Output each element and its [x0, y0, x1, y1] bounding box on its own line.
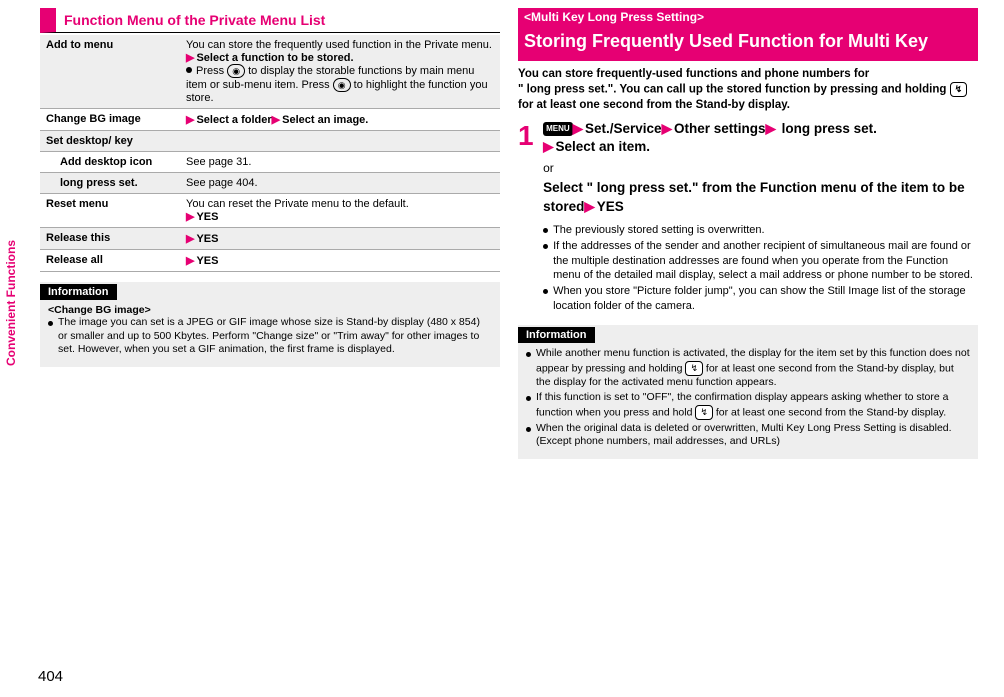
- table-row: Set desktop/ key: [40, 131, 500, 152]
- row-desc: You can store the frequently used functi…: [180, 35, 500, 109]
- row-desc: You can reset the Private menu to the de…: [180, 194, 500, 228]
- bullet-icon: [186, 67, 192, 73]
- arrow-icon: ▶: [272, 114, 282, 126]
- step-number: 1: [518, 120, 540, 152]
- text: You can store the frequently used functi…: [186, 39, 492, 51]
- step-line: Select " long press set." from the Funct…: [543, 179, 973, 217]
- text-bold: Select an image.: [282, 114, 368, 126]
- step-body: MENU▶Set./Service▶Other settings▶ long p…: [543, 120, 973, 315]
- function-table: Add to menu You can store the frequently…: [40, 35, 500, 272]
- arrow-icon: ▶: [186, 114, 196, 126]
- row-desc: ▶Select a folder▶Select an image.: [180, 109, 500, 131]
- arrow-icon: ▶: [186, 211, 196, 223]
- step-line: MENU▶Set./Service▶Other settings▶ long p…: [543, 120, 973, 158]
- text: Select an item.: [555, 139, 650, 154]
- row-label: Add to menu: [40, 35, 180, 109]
- text-bold: YES: [196, 255, 218, 267]
- row-label: long press set.: [40, 173, 180, 194]
- row-desc: See page 31.: [180, 152, 500, 173]
- right-column: <Multi Key Long Press Setting> Storing F…: [518, 8, 978, 459]
- table-row: Release this ▶YES: [40, 228, 500, 250]
- info-subheading: <Change BG image>: [48, 304, 492, 316]
- feature-title: Storing Frequently Used Function for Mul…: [518, 26, 978, 61]
- text-bold: YES: [196, 211, 218, 223]
- row-label: Set desktop/ key: [40, 131, 500, 152]
- information-box: Information <Change BG image> The image …: [40, 282, 500, 367]
- information-box: Information While another menu function …: [518, 325, 978, 459]
- arrow-icon: ▶: [543, 139, 555, 154]
- info-bullet: The image you can set is a JPEG or GIF i…: [48, 316, 492, 357]
- text-bold: Select a folder: [196, 114, 271, 126]
- arrow-icon: ▶: [186, 255, 196, 267]
- text: YES: [597, 199, 624, 214]
- row-label: Reset menu: [40, 194, 180, 228]
- row-label: Release this: [40, 228, 180, 250]
- text: long press set.: [60, 177, 138, 189]
- arrow-icon: ▶: [573, 121, 585, 136]
- row-label: Release all: [40, 250, 180, 272]
- row-label: Add desktop icon: [40, 152, 180, 173]
- table-row: Release all ▶YES: [40, 250, 500, 272]
- step-block: 1 MENU▶Set./Service▶Other settings▶ long…: [518, 120, 978, 315]
- info-bullet: When the original data is deleted or ove…: [526, 422, 970, 449]
- section-header: Function Menu of the Private Menu List: [40, 8, 500, 33]
- text: Other settings: [674, 121, 766, 136]
- row-label: Change BG image: [40, 109, 180, 131]
- nav-pad-icon: ◉: [333, 78, 351, 92]
- multi-key-icon: ↯: [695, 405, 713, 420]
- text: Set desktop/ key: [46, 135, 133, 147]
- text: for at least one second from the Stand-b…: [518, 99, 790, 111]
- arrow-icon: ▶: [765, 121, 777, 136]
- text: You can reset the Private menu to the de…: [186, 198, 409, 210]
- table-row: Add to menu You can store the frequently…: [40, 35, 500, 109]
- bullet-item: The previously stored setting is overwri…: [543, 223, 973, 237]
- table-row: Change BG image ▶Select a folder▶Select …: [40, 109, 500, 131]
- text: Press: [196, 65, 227, 77]
- bullet-item: If the addresses of the sender and anoth…: [543, 239, 973, 282]
- intro-text: You can store frequently-used functions …: [518, 67, 978, 114]
- left-column: Function Menu of the Private Menu List A…: [40, 8, 500, 459]
- side-tab: Convenient Functions: [4, 240, 18, 366]
- table-row: long press set. See page 404.: [40, 173, 500, 194]
- table-row: Reset menu You can reset the Private men…: [40, 194, 500, 228]
- row-desc: ▶YES: [180, 250, 500, 272]
- bullet-item: When you store "Picture folder jump", yo…: [543, 284, 973, 313]
- text: You can store frequently-used functions …: [518, 68, 869, 80]
- text-bold: YES: [196, 233, 218, 245]
- page-number: 404: [38, 668, 63, 685]
- row-desc: ▶YES: [180, 228, 500, 250]
- nav-pad-icon: ◉: [227, 64, 245, 78]
- multi-key-icon: ↯: [685, 361, 703, 376]
- or-text: or: [543, 161, 973, 175]
- arrow-icon: ▶: [186, 233, 196, 245]
- table-row: Add desktop icon See page 31.: [40, 152, 500, 173]
- page-body: Function Menu of the Private Menu List A…: [0, 0, 1004, 459]
- arrow-icon: ▶: [584, 199, 596, 214]
- text: for at least one second from the Stand-b…: [713, 406, 946, 418]
- information-tag: Information: [40, 284, 117, 300]
- info-bullet: While another menu function is activated…: [526, 347, 970, 389]
- text: long press set.: [778, 121, 877, 136]
- row-desc: See page 404.: [180, 173, 500, 194]
- information-tag: Information: [518, 327, 595, 343]
- arrow-icon: ▶: [662, 121, 674, 136]
- step-bullets: The previously stored setting is overwri…: [543, 223, 973, 313]
- info-bullet: If this function is set to "OFF", the co…: [526, 391, 970, 420]
- text-bold: Select a function to be stored.: [196, 52, 353, 64]
- multi-key-icon: ↯: [950, 82, 968, 97]
- feature-tag: <Multi Key Long Press Setting>: [518, 8, 978, 26]
- text: Set./Service: [585, 121, 662, 136]
- menu-key-icon: MENU: [543, 122, 573, 135]
- arrow-icon: ▶: [186, 52, 196, 64]
- text: " long press set.". You can call up the …: [518, 84, 950, 96]
